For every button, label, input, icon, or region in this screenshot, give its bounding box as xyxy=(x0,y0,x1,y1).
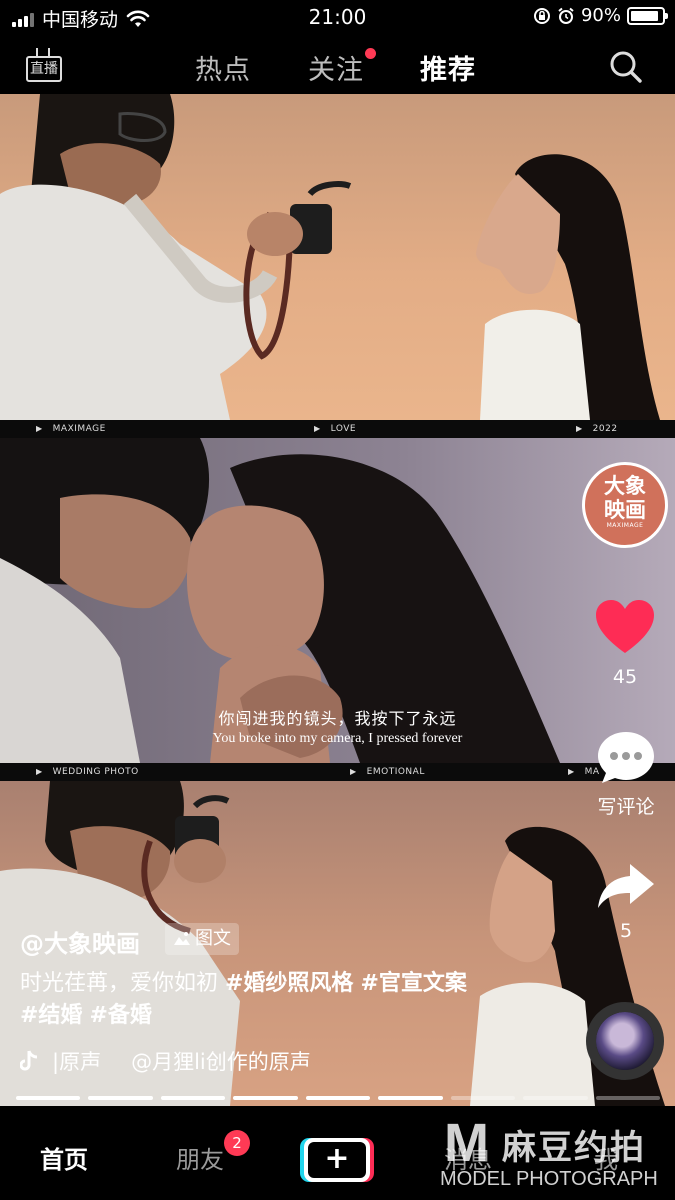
author-name[interactable]: @大象映画 xyxy=(20,924,140,959)
music-disc[interactable] xyxy=(586,1002,664,1080)
like-button[interactable]: 45 xyxy=(590,598,660,688)
hashtag[interactable]: #官宣文案 xyxy=(360,971,466,996)
plus-icon: + xyxy=(308,1142,366,1178)
progress-segment xyxy=(595,1096,660,1100)
comment-icon xyxy=(598,732,654,783)
alarm-icon xyxy=(558,7,574,24)
nav-friends[interactable]: 朋友 xyxy=(176,1140,224,1175)
avatar-subtext: MAXIMAGE xyxy=(606,522,644,529)
status-right: 90% xyxy=(533,5,668,26)
comment-label: 写评论 xyxy=(597,796,655,818)
strip-label-left: WEDDING PHOTO xyxy=(36,767,139,777)
film-strip-2: WEDDING PHOTO EMOTIONAL MA xyxy=(0,763,675,781)
hashtag[interactable]: #婚纱照风格 xyxy=(225,971,353,996)
share-arrow-icon xyxy=(598,864,654,908)
heart-icon xyxy=(596,600,654,653)
image-progress-bar xyxy=(16,1096,660,1100)
battery-icon xyxy=(627,6,668,25)
progress-segment xyxy=(450,1096,516,1100)
progress-segment xyxy=(88,1096,153,1100)
nav-home[interactable]: 首页 xyxy=(40,1140,88,1175)
hashtag[interactable]: #结婚 xyxy=(20,1003,82,1028)
share-button[interactable]: 5 xyxy=(594,862,658,942)
progress-segment xyxy=(378,1096,443,1100)
friends-badge: 2 xyxy=(224,1130,250,1156)
status-bar: 中国移动 21:00 90% xyxy=(0,0,675,34)
watermark-cn: 麻豆约拍 xyxy=(502,1128,646,1168)
avatar-text-line2: 映画 xyxy=(604,498,646,522)
watermark-mark: M xyxy=(444,1113,489,1173)
subtitle-chinese: 你闯进我的镜头，我按下了永远 xyxy=(218,709,457,728)
strip-label-right: 2022 xyxy=(576,424,618,434)
following-new-dot xyxy=(365,48,376,59)
image-post-label: 图文 xyxy=(195,928,231,949)
music-label: |原声 xyxy=(52,1050,102,1074)
strip-label-center: LOVE xyxy=(314,424,356,434)
photo-panel-1 xyxy=(0,94,675,420)
progress-segment xyxy=(233,1096,298,1100)
watermark-logo: M 麻豆约拍 MODEL PHOTOGRAPH xyxy=(440,1112,670,1196)
hashtag[interactable]: #备婚 xyxy=(89,1003,151,1028)
music-credit: @月狸li创作的原声 xyxy=(131,1050,311,1074)
battery-percent: 90% xyxy=(580,5,621,26)
music-cover-image xyxy=(596,1012,654,1070)
watermark-en: MODEL PHOTOGRAPH xyxy=(440,1168,658,1190)
like-count: 45 xyxy=(612,666,638,688)
progress-segment xyxy=(305,1096,371,1100)
image-icon xyxy=(174,932,190,945)
film-strip-1: MAXIMAGE LOVE 2022 xyxy=(0,420,675,438)
music-note-icon xyxy=(20,1050,38,1071)
image-post-badge: 图文 xyxy=(165,923,239,955)
subtitle-english: You broke into my camera, I pressed fore… xyxy=(212,731,463,746)
progress-segment xyxy=(160,1096,226,1100)
feed-tabs: 热点 关注 推荐 xyxy=(0,34,675,97)
progress-segment xyxy=(523,1096,588,1100)
top-nav: 直播 热点 关注 推荐 xyxy=(0,34,675,97)
tab-recommended[interactable]: 推荐 xyxy=(420,48,476,97)
strip-label-left: MAXIMAGE xyxy=(36,424,106,434)
search-icon[interactable] xyxy=(609,50,643,84)
caption-text: 时光荏苒，爱你如初 xyxy=(20,971,225,996)
post-caption: 时光荏苒，爱你如初 #婚纱照风格 #官宣文案 #结婚 #备婚 xyxy=(20,968,580,1032)
tab-following[interactable]: 关注 xyxy=(308,48,364,87)
author-avatar[interactable]: 大象 映画 MAXIMAGE xyxy=(582,462,668,548)
avatar-text-line1: 大象 xyxy=(604,474,646,498)
progress-segment xyxy=(16,1096,81,1100)
share-count: 5 xyxy=(619,920,633,942)
strip-label-center: EMOTIONAL xyxy=(350,767,425,777)
lock-rotation-icon xyxy=(533,7,550,24)
create-button[interactable]: + xyxy=(300,1138,374,1182)
comment-button[interactable]: 写评论 xyxy=(586,730,666,819)
music-info[interactable]: |原声 @月狸li创作的原声 xyxy=(20,1046,311,1076)
couple-camera-photo xyxy=(0,94,675,420)
tab-hot[interactable]: 热点 xyxy=(195,48,251,87)
